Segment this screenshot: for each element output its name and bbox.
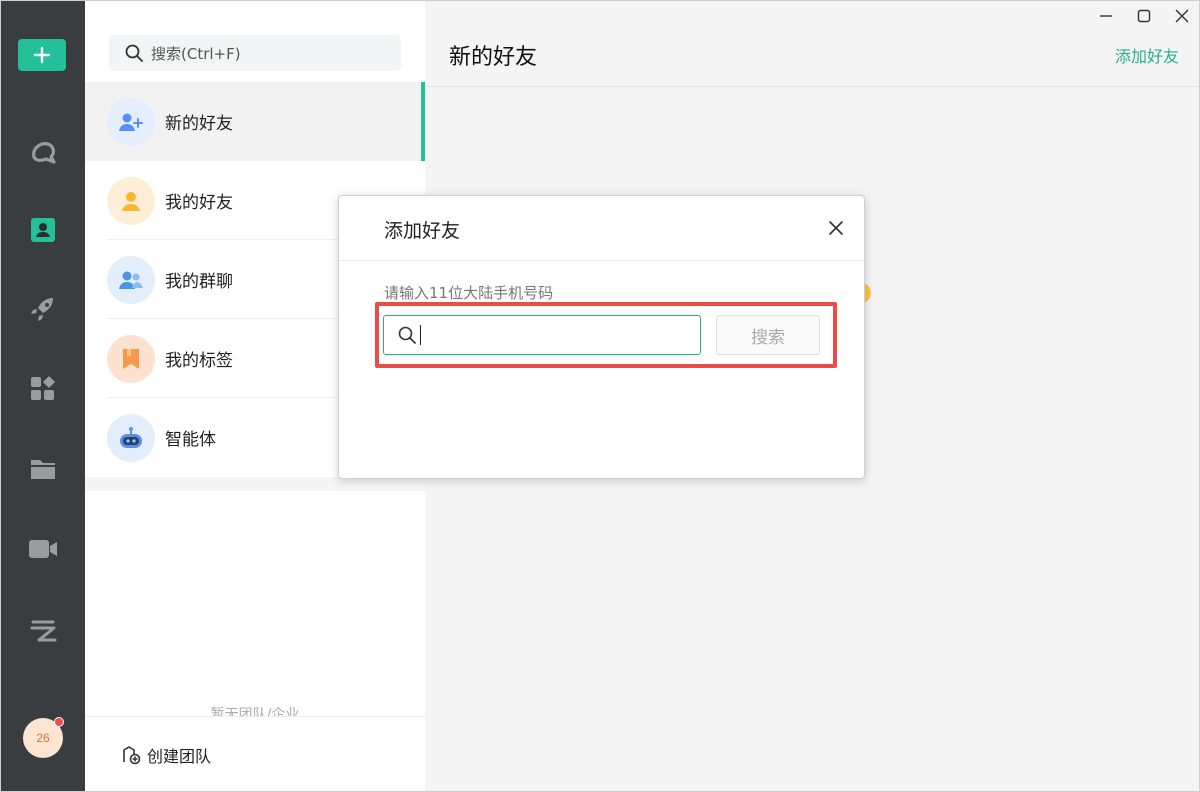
close-window-button[interactable]	[1163, 1, 1199, 31]
search-button[interactable]: 搜索	[716, 315, 820, 355]
create-team-label: 创建团队	[147, 747, 212, 766]
icon-rail: 26	[1, 1, 85, 791]
app-logo-icon	[32, 142, 56, 164]
list-item-label: 我的标签	[165, 351, 233, 371]
rail-home[interactable]	[25, 134, 61, 170]
dialog-title: 添加好友	[384, 220, 461, 242]
new-button[interactable]	[18, 39, 66, 71]
list-item-label: 我的好友	[165, 193, 233, 213]
main-header: 新的好友 添加好友	[425, 1, 1199, 87]
text-caret	[420, 325, 421, 345]
list-item-label: 我的群聊	[165, 272, 233, 292]
avatar-text: 26	[36, 731, 50, 745]
add-friend-icon	[119, 113, 143, 131]
search-box[interactable]: 搜索(Ctrl+F)	[109, 35, 401, 71]
phone-search-field[interactable]	[383, 315, 701, 355]
item-icon-wrap	[107, 255, 155, 304]
app-window: 26 搜索(Ctrl+F) 新的好友 我的好友 我的群聊 我的标签 智能体 暂无…	[0, 0, 1200, 792]
apps-grid-icon	[31, 376, 55, 400]
maximize-icon	[1137, 9, 1151, 23]
close-icon	[1175, 9, 1189, 23]
rail-contacts[interactable]	[25, 212, 61, 248]
create-team-icon	[123, 746, 141, 765]
plus-icon	[33, 46, 51, 64]
search-placeholder: 搜索(Ctrl+F)	[151, 44, 241, 63]
rail-apps[interactable]	[25, 371, 61, 407]
minimize-icon	[1100, 15, 1112, 17]
tag-icon	[123, 348, 139, 369]
item-icon-wrap	[107, 334, 155, 383]
add-friend-dialog: 添加好友 请输入11位大陆手机号码 搜索	[338, 195, 865, 479]
add-friend-link[interactable]: 添加好友	[1115, 43, 1179, 67]
group-chat-icon	[119, 271, 143, 289]
phone-hint-label: 请输入11位大陆手机号码	[384, 284, 554, 302]
minimize-button[interactable]	[1087, 1, 1125, 31]
rail-meeting[interactable]	[25, 531, 61, 567]
friend-icon	[122, 191, 140, 211]
item-icon-wrap	[107, 413, 155, 462]
rocket-icon	[31, 298, 53, 321]
close-icon	[829, 221, 843, 235]
cloud-icon	[30, 620, 57, 642]
item-icon-wrap	[107, 97, 155, 146]
robot-icon	[120, 426, 142, 448]
list-item-new-friends[interactable]: 新的好友	[85, 82, 425, 161]
search-icon	[125, 44, 143, 62]
list-item-label: 智能体	[165, 430, 216, 450]
window-controls	[1087, 1, 1199, 31]
rail-cloud[interactable]	[25, 611, 61, 647]
page-title: 新的好友	[449, 45, 538, 70]
rail-discover[interactable]	[25, 291, 61, 327]
dialog-divider	[339, 260, 864, 261]
folder-icon	[31, 460, 55, 479]
contacts-icon	[31, 218, 55, 242]
rail-files[interactable]	[25, 451, 61, 487]
item-icon-wrap	[107, 176, 155, 225]
phone-input[interactable]	[429, 326, 700, 344]
notification-dot	[54, 717, 64, 727]
maximize-button[interactable]	[1125, 1, 1163, 31]
list-item-label: 新的好友	[165, 114, 233, 134]
search-icon	[398, 326, 416, 344]
list-separator	[85, 477, 425, 491]
no-team-text: 暂无团队/企业	[210, 707, 300, 716]
dialog-close-button[interactable]	[826, 218, 846, 238]
video-camera-icon	[29, 540, 57, 558]
create-team-button[interactable]: 创建团队	[85, 716, 425, 791]
